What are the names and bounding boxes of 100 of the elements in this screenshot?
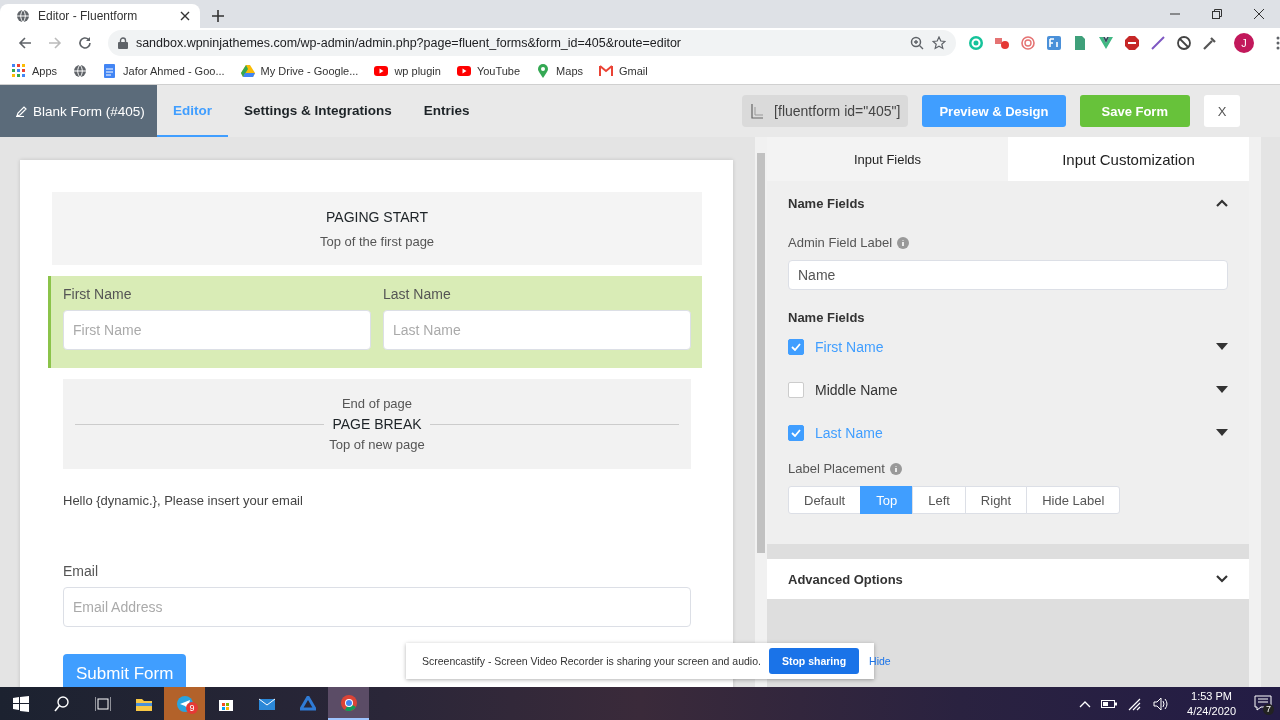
subsection-heading: Name Fields xyxy=(788,310,866,325)
triangle-icon xyxy=(240,64,255,78)
hide-link[interactable]: Hide xyxy=(869,655,891,667)
email-input[interactable]: Email Address xyxy=(63,587,691,627)
close-button[interactable]: X xyxy=(1204,95,1240,127)
check-icon xyxy=(791,342,801,351)
bookmark[interactable]: YouTube xyxy=(456,64,521,78)
bookmark[interactable]: My Drive - Google... xyxy=(240,64,359,78)
apps-grid-icon xyxy=(12,64,26,78)
field-label: Label Placement xyxy=(788,461,885,476)
menu-icon[interactable] xyxy=(1276,36,1280,50)
play-icon xyxy=(456,64,471,78)
checkbox[interactable] xyxy=(788,381,804,398)
field-label: First Name xyxy=(63,286,133,302)
new-tab-icon[interactable] xyxy=(212,10,224,22)
caret-down-icon[interactable] xyxy=(1216,343,1228,350)
placement-option[interactable]: Left xyxy=(912,486,966,514)
checkbox[interactable] xyxy=(788,424,804,441)
document-icon xyxy=(103,64,118,78)
name-field-row[interactable]: First Name First Name Last Name Last Name xyxy=(48,276,702,368)
checkbox[interactable] xyxy=(788,338,804,355)
map-pin-icon xyxy=(536,64,551,78)
notification-badge: 9 xyxy=(186,702,198,714)
advanced-options-bar[interactable]: Advanced Options xyxy=(767,559,1249,599)
bookmark[interactable]: Jafor Ahmed - Goo... xyxy=(103,64,225,78)
chevron-up-icon[interactable] xyxy=(1216,199,1228,207)
stop-sharing-button[interactable]: Stop sharing xyxy=(768,648,860,674)
section-subtitle: End of page xyxy=(341,396,413,411)
html-text: Hello {dynamic.}, Please insert your email xyxy=(63,493,304,509)
play-icon xyxy=(374,64,389,78)
avatar[interactable]: J xyxy=(1234,33,1254,53)
nav-tab[interactable]: Entries xyxy=(407,85,486,137)
panel-tab[interactable]: Input Fields xyxy=(767,137,1008,181)
spiral-icon[interactable] xyxy=(1020,35,1036,51)
address-bar[interactable]: sandbox.wpninjathemes.com/wp-admin/admin.php?page=fluent_forms&form_id=405&route=editor xyxy=(107,30,956,56)
document-icon[interactable] xyxy=(1072,35,1088,51)
v-shape-icon[interactable] xyxy=(1098,35,1114,51)
text-input[interactable]: Last Name xyxy=(383,310,691,350)
placement-option[interactable]: Right xyxy=(964,486,1028,514)
lock-icon xyxy=(117,37,128,49)
clock[interactable]: 1:53 PM 4/24/2020 xyxy=(1187,688,1236,719)
placement-option[interactable]: Default xyxy=(788,486,862,514)
placement-option[interactable]: Hide Label xyxy=(1026,486,1121,514)
section-heading: Name Fields xyxy=(788,195,865,211)
browser-tab[interactable]: Editor - Fluentform xyxy=(0,4,200,28)
subfield-label: First Name xyxy=(815,338,885,355)
octagon-icon[interactable] xyxy=(1124,35,1140,51)
notifications-icon[interactable] xyxy=(1254,694,1272,711)
bookmark[interactable]: wp plugin xyxy=(374,64,441,78)
square-icon[interactable] xyxy=(1046,35,1062,51)
info-icon xyxy=(889,462,902,475)
panel-tab[interactable]: Input Customization xyxy=(1008,137,1249,181)
battery-icon[interactable] xyxy=(1101,698,1118,709)
globe-icon xyxy=(16,9,30,23)
section-subtitle: Top of the first page xyxy=(319,233,435,249)
copy-icon xyxy=(750,103,765,119)
subfield-label: Last Name xyxy=(815,424,884,441)
caret-down-icon[interactable] xyxy=(1216,429,1228,436)
shortcode-box[interactable]: [fluentform id="405"] xyxy=(742,95,909,127)
field-label: Email xyxy=(63,563,99,579)
chevron-down-icon[interactable] xyxy=(1216,575,1228,583)
volume-icon[interactable] xyxy=(1153,696,1170,711)
globe-icon[interactable] xyxy=(73,64,88,78)
section-title: PAGE BREAK xyxy=(332,416,422,432)
notification-count: 7 xyxy=(1263,703,1274,715)
pen-icon[interactable] xyxy=(1150,35,1166,51)
field-label: Admin Field Label xyxy=(788,235,893,250)
close-icon[interactable] xyxy=(180,11,190,21)
check-icon xyxy=(791,428,801,437)
pencil-icon xyxy=(16,105,28,117)
form-title: Blank Form (#405) xyxy=(33,103,145,119)
back-icon[interactable] xyxy=(18,36,32,50)
star-icon[interactable] xyxy=(932,36,946,50)
subfield-label: Middle Name xyxy=(815,381,899,398)
browser-circle-icon[interactable] xyxy=(340,694,357,711)
task-view-icon[interactable] xyxy=(94,695,111,712)
bookmark[interactable]: Maps xyxy=(536,64,583,78)
notification-text: Screencastify - Screen Video Recorder is sharing your screen and audio. xyxy=(422,655,761,667)
block-icon[interactable] xyxy=(1176,35,1192,51)
bookmark[interactable]: Gmail xyxy=(599,64,648,78)
section-title: PAGING START xyxy=(326,208,428,225)
reload-icon[interactable] xyxy=(77,36,92,50)
field-label: Last Name xyxy=(383,286,452,302)
text-input[interactable]: First Name xyxy=(63,310,371,350)
triangle-logo-icon[interactable] xyxy=(299,695,316,712)
nav-tab[interactable]: Settings & Integrations xyxy=(228,85,408,137)
caret-down-icon[interactable] xyxy=(1216,386,1228,393)
bookmark[interactable]: Apps xyxy=(12,64,58,78)
scrollbar[interactable] xyxy=(1249,137,1261,687)
restore-icon[interactable] xyxy=(1212,9,1222,19)
close-icon[interactable] xyxy=(1254,9,1264,19)
envelope-icon xyxy=(599,64,613,78)
zoom-icon[interactable] xyxy=(910,36,924,50)
record-icon[interactable] xyxy=(994,35,1010,51)
shortcode-text: [fluentform id="405"] xyxy=(774,103,901,119)
info-icon xyxy=(897,236,910,249)
section-subtitle: Top of new page xyxy=(329,437,425,452)
windows-start-icon[interactable] xyxy=(12,695,29,712)
search-icon[interactable] xyxy=(53,695,70,712)
text-input[interactable]: Name xyxy=(788,260,1228,290)
